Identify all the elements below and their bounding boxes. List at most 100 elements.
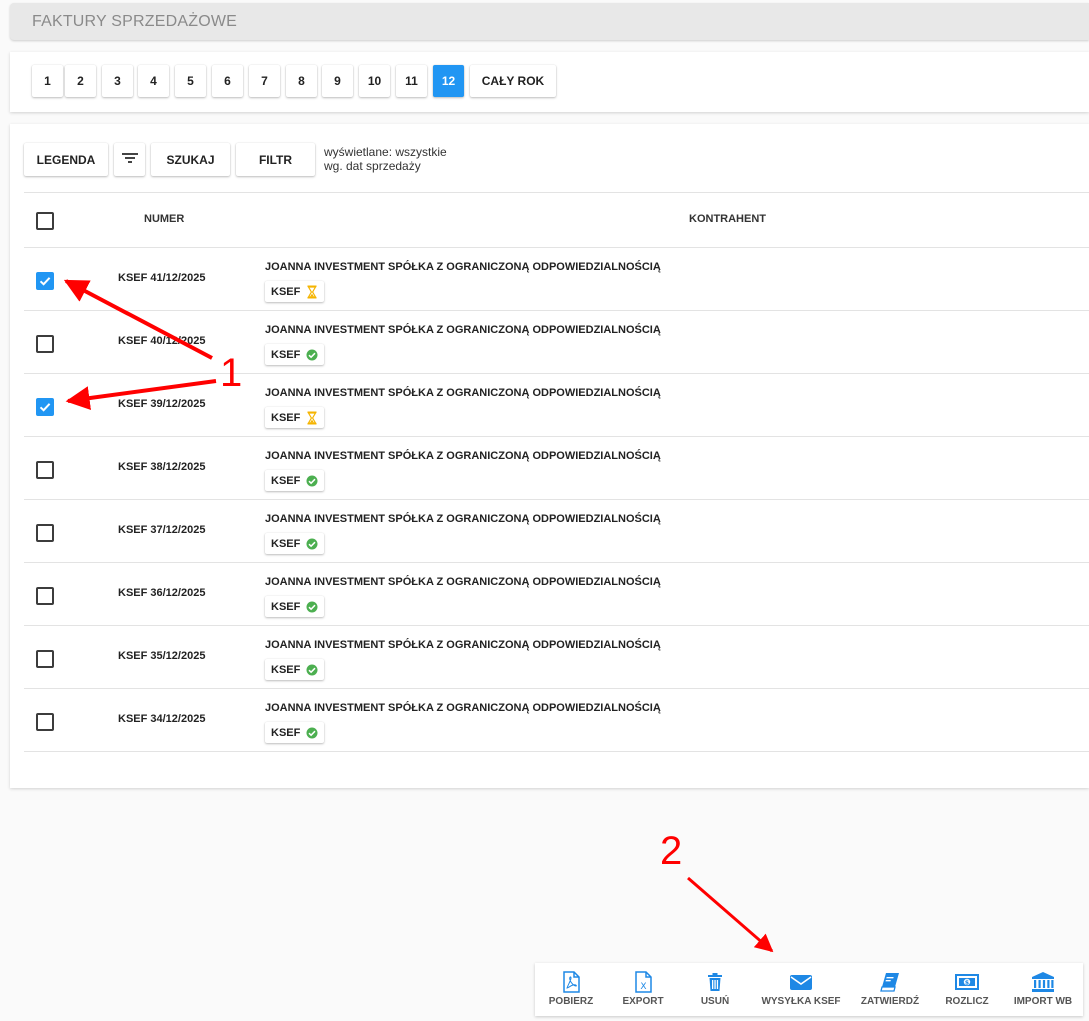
ksef-badge-label: KSEF bbox=[271, 537, 301, 550]
ksef-status-badge[interactable]: KSEF bbox=[265, 659, 325, 680]
ksef-status-badge[interactable]: KSEF bbox=[265, 344, 325, 365]
check-circle-icon bbox=[306, 348, 318, 362]
table-row[interactable]: KSEF 38/12/2025 JOANNA INVESTMENT SPÓŁKA … bbox=[10, 437, 1089, 500]
page-title: FAKTURY SPRZEDAŻOWE bbox=[32, 13, 238, 30]
month-button-1[interactable]: 1 bbox=[32, 65, 63, 97]
bank-icon bbox=[1031, 971, 1055, 993]
month-button-6[interactable]: 6 bbox=[212, 65, 243, 97]
ksef-status-badge[interactable]: KSEF bbox=[265, 596, 325, 617]
column-header-contractor: KONTRAHENT bbox=[689, 213, 766, 225]
excel-file-icon: X bbox=[634, 971, 652, 993]
page-header: FAKTURY SPRZEDAŻOWE bbox=[10, 3, 1089, 40]
month-button-4[interactable]: 4 bbox=[138, 65, 169, 97]
row-checkbox[interactable] bbox=[36, 587, 54, 605]
full-year-button[interactable]: CAŁY ROK bbox=[470, 65, 556, 97]
divider bbox=[24, 192, 1089, 193]
month-button-8[interactable]: 8 bbox=[286, 65, 317, 97]
filter-list-button[interactable] bbox=[114, 143, 145, 176]
contractor-name: JOANNA INVESTMENT SPÓŁKA Z OGRANICZONĄ O… bbox=[265, 513, 661, 525]
hourglass-icon bbox=[306, 411, 318, 425]
annotation-marker-1: 1 bbox=[220, 351, 243, 395]
month-button-11[interactable]: 11 bbox=[396, 65, 427, 97]
invoice-number[interactable]: KSEF 36/12/2025 bbox=[118, 587, 205, 599]
ksef-badge-label: KSEF bbox=[271, 726, 301, 739]
check-circle-icon bbox=[306, 600, 318, 614]
ksef-badge-label: KSEF bbox=[271, 411, 301, 424]
invoice-number[interactable]: KSEF 41/12/2025 bbox=[118, 272, 205, 284]
invoice-number[interactable]: KSEF 34/12/2025 bbox=[118, 713, 205, 725]
table-row[interactable]: KSEF 37/12/2025 JOANNA INVESTMENT SPÓŁKA … bbox=[10, 500, 1089, 563]
invoice-number[interactable]: KSEF 38/12/2025 bbox=[118, 461, 205, 473]
trash-icon bbox=[706, 971, 724, 993]
legend-button[interactable]: LEGENDA bbox=[24, 143, 108, 176]
pdf-file-icon bbox=[562, 971, 580, 993]
month-button-9[interactable]: 9 bbox=[322, 65, 353, 97]
month-button-12[interactable]: 12 bbox=[433, 65, 464, 97]
delete-button[interactable]: USUŃ bbox=[687, 963, 743, 1016]
table-row[interactable]: KSEF 40/12/2025 JOANNA INVESTMENT SPÓŁKA … bbox=[10, 311, 1089, 374]
ksef-status-badge[interactable]: KSEF bbox=[265, 281, 325, 302]
month-button-2[interactable]: 2 bbox=[65, 65, 96, 97]
select-all-checkbox[interactable] bbox=[36, 212, 54, 230]
export-button[interactable]: X EXPORT bbox=[615, 963, 671, 1016]
table-row[interactable]: KSEF 34/12/2025 JOANNA INVESTMENT SPÓŁKA … bbox=[10, 689, 1089, 752]
month-selector: 1 2 3 4 5 6 7 8 9 10 11 12 CAŁY ROK bbox=[10, 52, 1089, 112]
download-label: POBIERZ bbox=[548, 996, 594, 1007]
ksef-badge-label: KSEF bbox=[271, 600, 301, 613]
month-button-5[interactable]: 5 bbox=[175, 65, 206, 97]
month-button-10[interactable]: 10 bbox=[359, 65, 390, 97]
check-circle-icon bbox=[306, 474, 318, 488]
contractor-name: JOANNA INVESTMENT SPÓŁKA Z OGRANICZONĄ O… bbox=[265, 261, 661, 273]
row-checkbox[interactable] bbox=[36, 272, 54, 290]
settle-label: ROZLICZ bbox=[945, 996, 989, 1007]
search-button[interactable]: SZUKAJ bbox=[151, 143, 230, 176]
month-button-3[interactable]: 3 bbox=[102, 65, 133, 97]
delete-label: USUŃ bbox=[700, 996, 730, 1007]
annotation-arrow-to-ksef-send bbox=[687, 876, 774, 953]
ksef-send-button[interactable]: WYSYŁKA KSEF bbox=[759, 963, 843, 1016]
import-wb-button[interactable]: IMPORT WB bbox=[1009, 963, 1077, 1016]
row-checkbox[interactable] bbox=[36, 335, 54, 353]
approve-button[interactable]: ZATWIERDŹ bbox=[859, 963, 921, 1016]
envelope-icon bbox=[789, 971, 813, 993]
contractor-name: JOANNA INVESTMENT SPÓŁKA Z OGRANICZONĄ O… bbox=[265, 576, 661, 588]
table-row[interactable]: KSEF 39/12/2025 JOANNA INVESTMENT SPÓŁKA … bbox=[10, 374, 1089, 437]
settle-button[interactable]: $ ROZLICZ bbox=[937, 963, 997, 1016]
contractor-name: JOANNA INVESTMENT SPÓŁKA Z OGRANICZONĄ O… bbox=[265, 702, 661, 714]
book-icon bbox=[880, 971, 900, 993]
ksef-status-badge[interactable]: KSEF bbox=[265, 470, 325, 491]
invoice-number[interactable]: KSEF 39/12/2025 bbox=[118, 398, 205, 410]
row-checkbox[interactable] bbox=[36, 524, 54, 542]
invoice-number[interactable]: KSEF 40/12/2025 bbox=[118, 335, 205, 347]
invoice-list-card: LEGENDA SZUKAJ FILTR wyświetlane: wszyst… bbox=[10, 124, 1089, 788]
svg-text:$: $ bbox=[965, 979, 969, 986]
hourglass-icon bbox=[306, 285, 318, 299]
filter-button[interactable]: FILTR bbox=[236, 143, 315, 176]
annotation-marker-2: 2 bbox=[660, 829, 683, 873]
ksef-badge-label: KSEF bbox=[271, 474, 301, 487]
display-info-date-basis: wg. dat sprzedaży bbox=[324, 159, 421, 173]
download-button[interactable]: POBIERZ bbox=[543, 963, 599, 1016]
svg-text:X: X bbox=[640, 982, 646, 992]
table-row[interactable]: KSEF 36/12/2025 JOANNA INVESTMENT SPÓŁKA … bbox=[10, 563, 1089, 626]
ksef-status-badge[interactable]: KSEF bbox=[265, 722, 325, 743]
row-checkbox[interactable] bbox=[36, 650, 54, 668]
display-info-scope: wyświetlane: wszystkie bbox=[324, 145, 447, 159]
ksef-status-badge[interactable]: KSEF bbox=[265, 407, 325, 428]
money-bill-icon: $ bbox=[955, 971, 979, 993]
check-circle-icon bbox=[306, 726, 318, 740]
table-row[interactable]: KSEF 35/12/2025 JOANNA INVESTMENT SPÓŁKA … bbox=[10, 626, 1089, 689]
ksef-status-badge[interactable]: KSEF bbox=[265, 533, 325, 554]
invoice-number[interactable]: KSEF 37/12/2025 bbox=[118, 524, 205, 536]
invoice-number[interactable]: KSEF 35/12/2025 bbox=[118, 650, 205, 662]
row-checkbox[interactable] bbox=[36, 461, 54, 479]
display-info: wyświetlane: wszystkie wg. dat sprzedaży bbox=[324, 145, 447, 173]
approve-label: ZATWIERDŹ bbox=[860, 996, 920, 1007]
ksef-send-label: WYSYŁKA KSEF bbox=[761, 996, 841, 1007]
filter-list-icon bbox=[121, 151, 139, 168]
month-button-7[interactable]: 7 bbox=[249, 65, 280, 97]
row-checkbox[interactable] bbox=[36, 713, 54, 731]
table-row[interactable]: KSEF 41/12/2025 JOANNA INVESTMENT SPÓŁKA … bbox=[10, 248, 1089, 311]
row-checkbox[interactable] bbox=[36, 398, 54, 416]
action-bar: POBIERZ X EXPORT USUŃ WYSYŁKA KSEF ZATWI… bbox=[535, 963, 1083, 1016]
